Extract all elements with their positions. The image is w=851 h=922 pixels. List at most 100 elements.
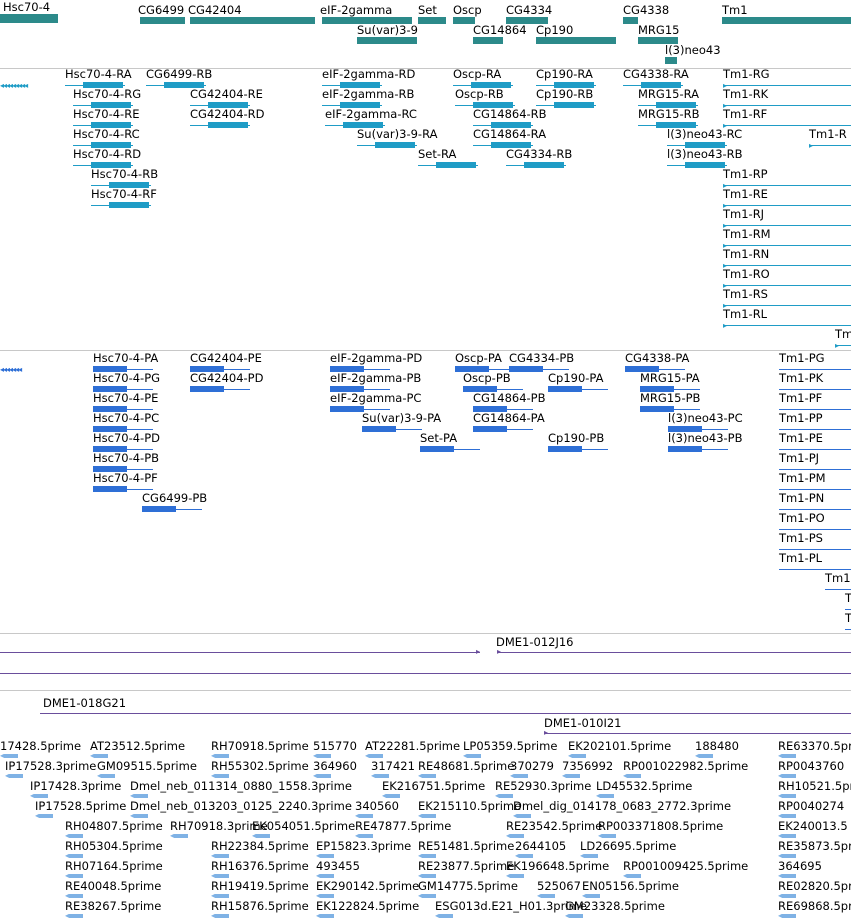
est-bar-rh55302-5prime[interactable] <box>215 774 229 778</box>
est-bar-2644105[interactable] <box>519 854 533 858</box>
est-bar-gm09515-5prime[interactable] <box>101 774 115 778</box>
est-bar-ip17528-3prime[interactable] <box>9 774 23 778</box>
protein-label-tm1-pe-82[interactable]: Tm1-PE <box>779 431 823 445</box>
est-bar-ek054051-5prime[interactable] <box>256 834 270 838</box>
protein-label-hsc70-4-pb-83[interactable]: Hsc70-4-PB <box>93 451 159 465</box>
est-bar-re23877-5prime[interactable] <box>422 874 436 878</box>
protein-label-cg14864-pa-75[interactable]: CG14864-PA <box>473 411 545 425</box>
est-bar-525067[interactable] <box>541 894 555 898</box>
est-bar-ep15823-3prime[interactable] <box>320 854 334 858</box>
transcript-label-hsc70-4-rd-39[interactable]: Hsc70-4-RD <box>73 147 141 161</box>
est-label-ld45532-5prime-121[interactable]: LD45532.5prime <box>596 779 692 793</box>
est-bar-dmel-dig-014178-0683-2772-3prime[interactable] <box>517 814 531 818</box>
est-bar-ek122824-5prime[interactable] <box>320 914 334 918</box>
protein-label-hsc70-4-pe-68[interactable]: Hsc70-4-PE <box>93 391 158 405</box>
transcript-label-cg6499-rb-15[interactable]: CG6499-RB <box>146 67 212 81</box>
transcript-label-hsc70-4-rb-43[interactable]: Hsc70-4-RB <box>91 167 158 181</box>
clone-label-dme1-010i21-97[interactable]: DME1-010I21 <box>544 716 622 730</box>
est-bar-515770[interactable] <box>317 754 331 758</box>
gene-label-hsc70-4-0[interactable]: Hsc70-4 <box>3 0 50 14</box>
est-bar-rh07164-5prime[interactable] <box>69 874 83 878</box>
clone-label-dme1-012j16-95[interactable]: DME1-012J16 <box>496 635 574 649</box>
est-label-ek215110-5prime-126[interactable]: EK215110.5prime <box>418 799 521 813</box>
gene-label-l-3-neo43-13[interactable]: l(3)neo43 <box>665 43 721 57</box>
est-label-17428-5prime-98[interactable]: 17428.5prime <box>0 739 81 753</box>
transcript-label-hsc70-4-ra-14[interactable]: Hsc70-4-RA <box>65 67 132 81</box>
protein-label-cg42404-pd-62[interactable]: CG42404-PD <box>190 371 263 385</box>
est-bar-dmel-neb-013203-0125-2240-3prime[interactable] <box>134 814 148 818</box>
est-label-rh07164-5prime-143[interactable]: RH07164.5prime <box>65 859 163 873</box>
est-bar-lp05359-5prime[interactable] <box>467 754 481 758</box>
est-bar-re38267-5prime[interactable] <box>69 914 83 918</box>
est-bar-re35873-5prime[interactable] <box>782 854 796 858</box>
est-label-370279-113[interactable]: 370279 <box>510 759 554 773</box>
est-bar-at23512-5prime[interactable] <box>94 754 108 758</box>
genome-browser-view[interactable]: Hsc70-4 CG6499 CG42404 eIF-2gamma Set Oscp CG4… <box>0 0 851 922</box>
est-label-340560-125[interactable]: 340560 <box>355 799 399 813</box>
est-label-re52930-3prime-120[interactable]: RE52930.3prime <box>495 779 591 793</box>
est-bar-rp001022982-5prime[interactable] <box>627 774 641 778</box>
gene-bar-su-var-3-9[interactable] <box>357 37 417 44</box>
transcript-label-tm1-rl-52[interactable]: Tm1-RL <box>723 307 767 321</box>
est-label-gm23328-5prime-161[interactable]: GM23328.5prime <box>565 899 665 913</box>
est-bar-re69868-5prime[interactable] <box>782 914 796 918</box>
est-bar-rh70918-5prime[interactable] <box>215 754 229 758</box>
est-bar-370279[interactable] <box>514 774 528 778</box>
est-label-rh19419-5prime-151[interactable]: RH19419.5prime <box>211 879 309 893</box>
transcript-label-tm1-rf-33[interactable]: Tm1-RF <box>723 107 767 121</box>
est-bar-re02820-5prime[interactable] <box>782 894 796 898</box>
est-label-364960-110[interactable]: 364960 <box>313 759 357 773</box>
transcript-label-mrg15-ra-26[interactable]: MRG15-RA <box>638 87 699 101</box>
protein-label-l-3-neo43-pb-81[interactable]: l(3)neo43-PB <box>668 431 743 445</box>
transcript-label-tm1-re-46[interactable]: Tm1-RE <box>723 187 768 201</box>
est-label-515770-101[interactable]: 515770 <box>313 739 357 753</box>
protein-label-tm1-po-89[interactable]: Tm1-PO <box>779 511 825 525</box>
gene-label-su-var-3-9-9[interactable]: Su(var)3-9 <box>357 23 418 37</box>
est-bar-rh04807-5prime[interactable] <box>69 834 83 838</box>
est-label-dmel-dig-014178-0683-2772-3prime-127[interactable]: Dmel_dig_014178_0683_2772.3prime <box>513 799 731 813</box>
est-label-re23542-5prime-133[interactable]: RE23542.5prime <box>506 819 602 833</box>
protein-label-cg14864-pb-70[interactable]: CG14864-PB <box>473 391 546 405</box>
gene-label-cp190-11[interactable]: Cp190 <box>536 23 573 37</box>
protein-label-mrg15-pa-66[interactable]: MRG15-PA <box>640 371 700 385</box>
est-bar-rh05304-5prime[interactable] <box>69 854 83 858</box>
transcript-label-cg14864-ra-36[interactable]: CG14864-RA <box>473 127 546 141</box>
transcript-label-oscp-rb-24[interactable]: Oscp-RB <box>455 87 504 101</box>
est-bar-re63370-5prime[interactable] <box>782 754 796 758</box>
est-bar-rp001009425-5prime[interactable] <box>627 874 641 878</box>
transcript-label-cg4334-rb-41[interactable]: CG4334-RB <box>506 147 572 161</box>
est-bar-rh70918-3prime[interactable] <box>174 834 188 838</box>
transcript-label-l-3-neo43-rc-37[interactable]: l(3)neo43-RC <box>667 127 742 141</box>
transcript-label-set-ra-40[interactable]: Set-RA <box>418 147 456 161</box>
gene-label-tm1-8[interactable]: Tm1 <box>722 3 748 17</box>
est-bar-ek240013-5[interactable] <box>782 834 796 838</box>
est-bar-gm14775-5prime[interactable] <box>422 894 436 898</box>
est-bar-17428-5prime[interactable] <box>4 754 18 758</box>
transcript-label-hsc70-4-rf-45[interactable]: Hsc70-4-RF <box>91 187 157 201</box>
est-label-at22281-5prime-102[interactable]: AT22281.5prime <box>365 739 460 753</box>
transcript-label-cg14864-rb-31[interactable]: CG14864-RB <box>473 107 547 121</box>
est-label-ld26695-5prime-141[interactable]: LD26695.5prime <box>580 839 676 853</box>
est-label-rh10521-5prime-122[interactable]: RH10521.5prime <box>778 779 851 793</box>
est-bar-gm23328-5prime[interactable] <box>569 914 583 918</box>
transcript-label-cp190-ra-18[interactable]: Cp190-RA <box>536 67 593 81</box>
est-bar-ip17528-5prime[interactable] <box>39 814 53 818</box>
est-label-re48681-5prime-112[interactable]: RE48681.5prime <box>418 759 514 773</box>
est-bar-re23542-5prime[interactable] <box>510 834 524 838</box>
transcript-label-tm1-rs-51[interactable]: Tm1-RS <box>723 287 768 301</box>
est-label-317421-111[interactable]: 317421 <box>371 759 415 773</box>
protein-label-tm1-pp-77[interactable]: Tm1-PP <box>779 411 823 425</box>
protein-label-eif-2gamma-pb-63[interactable]: eIF-2gamma-PB <box>330 371 421 385</box>
gene-label-mrg15-12[interactable]: MRG15 <box>638 23 679 37</box>
est-label-re23877-5prime-146[interactable]: RE23877.5prime <box>418 859 514 873</box>
protein-label-set-pa-79[interactable]: Set-PA <box>420 431 457 445</box>
transcript-label-cp190-rb-25[interactable]: Cp190-RB <box>536 87 593 101</box>
transcript-label-cg42404-rd-29[interactable]: CG42404-RD <box>190 107 265 121</box>
est-label-rh05304-5prime-136[interactable]: RH05304.5prime <box>65 839 163 853</box>
protein-label-tm1-pl-91[interactable]: Tm1-PL <box>779 551 822 565</box>
transcript-label-hsc70-4-rc-34[interactable]: Hsc70-4-RC <box>73 127 140 141</box>
gene-bar-cg14864[interactable] <box>473 37 503 44</box>
gene-bar-tm1[interactable] <box>722 17 851 24</box>
transcript-label-eif-2gamma-rc-30[interactable]: eIF-2gamma-RC <box>325 107 417 121</box>
protein-label-tm1-pj-84[interactable]: Tm1-PJ <box>779 451 819 465</box>
